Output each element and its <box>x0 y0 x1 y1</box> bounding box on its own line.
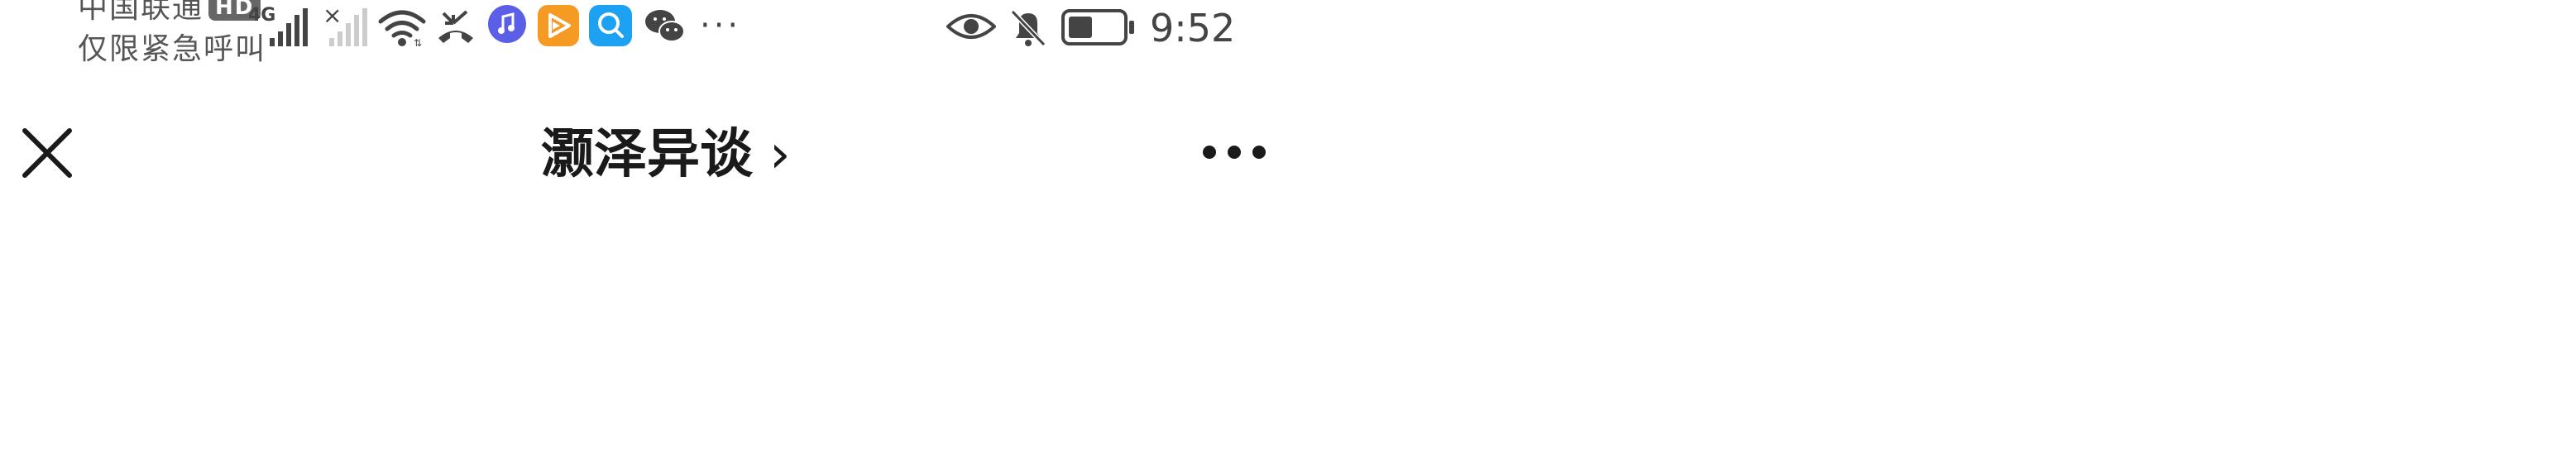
eye-icon <box>946 12 997 41</box>
bell-off-icon <box>1009 8 1047 48</box>
missed-call-icon <box>435 8 476 46</box>
empty-area <box>1290 0 2576 459</box>
battery-icon <box>1061 8 1137 46</box>
status-time: 9:52 <box>1150 6 1236 50</box>
search-app-icon <box>589 5 632 46</box>
no-signal-icon: × <box>323 2 369 48</box>
close-icon[interactable] <box>22 127 73 179</box>
page-title-button[interactable]: 灏泽异谈 › <box>541 117 791 192</box>
wechat-icon <box>644 8 687 45</box>
more-horizontal-icon[interactable] <box>1201 144 1267 160</box>
carrier-line: 中国联通 HD <box>78 0 261 25</box>
page-title: 灏泽异谈 <box>541 124 753 185</box>
svg-text:⇅: ⇅ <box>414 37 422 48</box>
video-app-icon <box>538 5 579 46</box>
music-app-icon <box>488 5 526 43</box>
signal-icon: 4G <box>247 5 313 48</box>
emergency-only-text: 仅限紧急呼叫 <box>78 32 267 66</box>
wifi-icon: ⇅ <box>377 7 427 49</box>
carrier-name: 中国联通 <box>78 0 204 25</box>
chevron-right-icon: › <box>769 124 791 185</box>
more-notifications-indicator: ··· <box>700 7 742 45</box>
